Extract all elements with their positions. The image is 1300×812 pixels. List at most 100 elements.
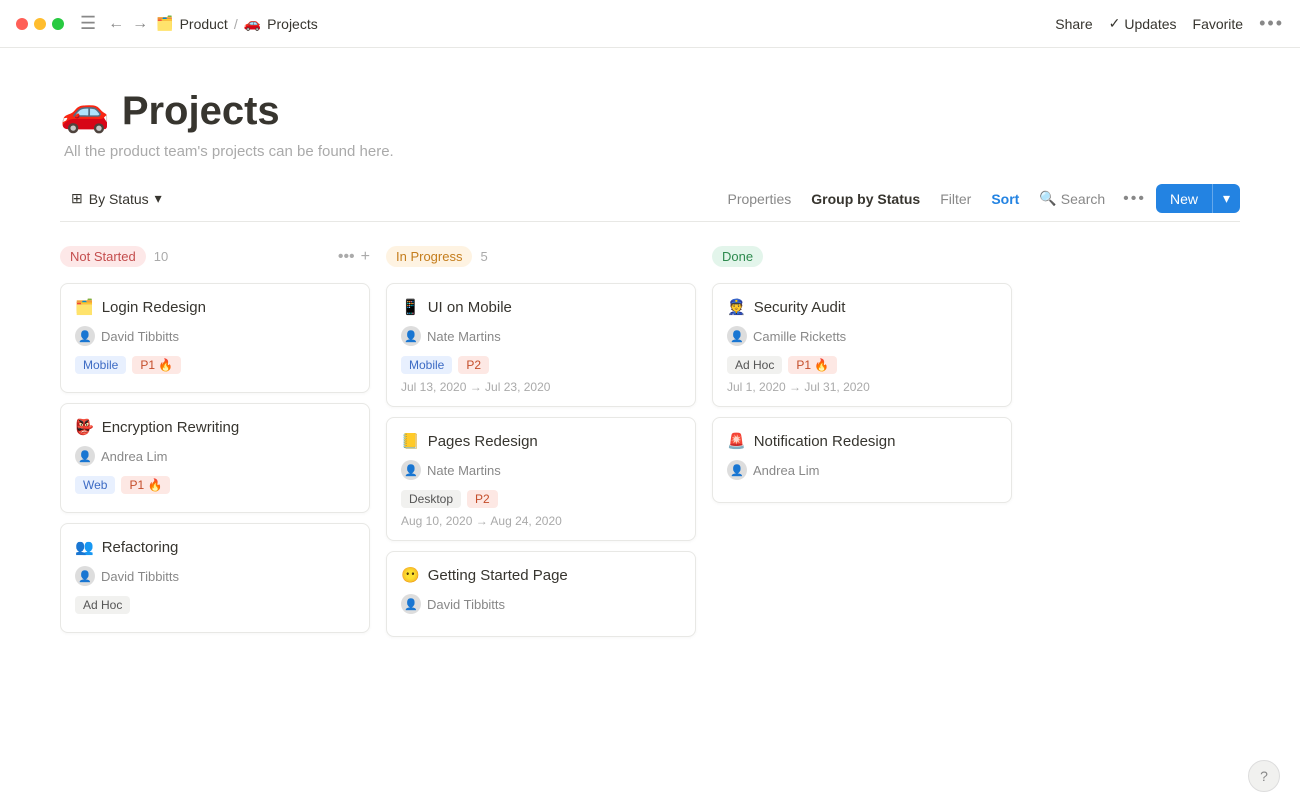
card-emoji: 👺	[75, 418, 94, 436]
card-assignee: 👤 David Tibbitts	[75, 566, 355, 586]
column-more-icon[interactable]: •••	[338, 248, 355, 266]
card-security-audit[interactable]: 👮 Security Audit 👤 Camille Ricketts Ad H…	[712, 283, 1012, 407]
card-assignee: 👤 Andrea Lim	[75, 446, 355, 466]
column-header-done: Done	[712, 242, 1012, 271]
column-count-in-progress: 5	[480, 249, 487, 264]
page-subtitle: All the product team's projects can be f…	[64, 143, 1240, 160]
tag-p1: P1 🔥	[132, 356, 181, 374]
tag-p2: P2	[467, 490, 498, 508]
tag-adhoc: Ad Hoc	[75, 596, 130, 614]
toolbar-more-icon[interactable]: •••	[1117, 186, 1152, 212]
more-options-icon[interactable]: •••	[1259, 13, 1284, 34]
card-assignee: 👤 David Tibbitts	[75, 326, 355, 346]
avatar: 👤	[75, 326, 95, 346]
card-title: 👥 Refactoring	[75, 538, 355, 556]
minimize-button[interactable]	[34, 18, 46, 30]
group-by-button[interactable]: Group by Status	[803, 187, 928, 211]
column-add-icon[interactable]: +	[361, 248, 370, 266]
filter-button[interactable]: Filter	[932, 187, 979, 211]
titlebar: ☰ ← → 🗂️ Product / 🚗 Projects Share ✓ Up…	[0, 0, 1300, 48]
column-in-progress: In Progress 5 📱 UI on Mobile 👤 Nate Mart…	[386, 242, 696, 647]
card-title: 🗂️ Login Redesign	[75, 298, 355, 316]
card-ui-mobile[interactable]: 📱 UI on Mobile 👤 Nate Martins Mobile P2 …	[386, 283, 696, 407]
card-date: Jul 1, 2020 → Jul 31, 2020	[727, 380, 997, 394]
card-assignee: 👤 Andrea Lim	[727, 460, 997, 480]
tag-p2: P2	[458, 356, 489, 374]
by-status-button[interactable]: ⊞ By Status ▾	[60, 185, 173, 212]
card-emoji: 📒	[401, 432, 420, 450]
traffic-lights	[16, 18, 64, 30]
favorite-button[interactable]: Favorite	[1193, 16, 1244, 32]
share-button[interactable]: Share	[1055, 16, 1092, 32]
close-button[interactable]	[16, 18, 28, 30]
tag-p1: P1 🔥	[121, 476, 170, 494]
maximize-button[interactable]	[52, 18, 64, 30]
avatar: 👤	[727, 460, 747, 480]
column-label-done: Done	[712, 246, 763, 267]
card-assignee: 👤 Nate Martins	[401, 326, 681, 346]
properties-button[interactable]: Properties	[719, 187, 799, 211]
titlebar-left: ☰ ← → 🗂️ Product / 🚗 Projects	[16, 13, 318, 34]
avatar: 👤	[727, 326, 747, 346]
card-title: 📱 UI on Mobile	[401, 298, 681, 316]
card-emoji: 😶	[401, 566, 420, 584]
sidebar-toggle-icon[interactable]: ☰	[80, 13, 96, 34]
avatar: 👤	[401, 460, 421, 480]
breadcrumb: 🗂️ Product / 🚗 Projects	[156, 15, 318, 32]
new-button-chevron[interactable]: ▾	[1212, 184, 1240, 213]
card-encryption[interactable]: 👺 Encryption Rewriting 👤 Andrea Lim Web …	[60, 403, 370, 513]
card-title: 👺 Encryption Rewriting	[75, 418, 355, 436]
breadcrumb-separator: /	[234, 16, 238, 32]
avatar: 👤	[401, 326, 421, 346]
page-header: 🚗 Projects All the product team's projec…	[60, 88, 1240, 160]
card-assignee: 👤 Camille Ricketts	[727, 326, 997, 346]
card-date: Jul 13, 2020 → Jul 23, 2020	[401, 380, 681, 394]
column-done: Done 👮 Security Audit 👤 Camille Ricketts…	[712, 242, 1012, 647]
card-tags: Ad Hoc P1 🔥	[727, 356, 997, 374]
forward-arrow-icon[interactable]: →	[132, 15, 148, 33]
toolbar-right: Properties Group by Status Filter Sort 🔍…	[719, 184, 1240, 213]
card-refactoring[interactable]: 👥 Refactoring 👤 David Tibbitts Ad Hoc	[60, 523, 370, 633]
new-button-label[interactable]: New	[1156, 185, 1212, 213]
new-button[interactable]: New ▾ Templates for Projects ? ⠿ 📄	[1156, 184, 1240, 213]
card-assignee: 👤 David Tibbitts	[401, 594, 681, 614]
board: Not Started 10 ••• + 🗂️ Login Redesign 👤…	[60, 242, 1240, 647]
breadcrumb-item2[interactable]: Projects	[267, 16, 318, 32]
search-button[interactable]: 🔍 Search	[1031, 186, 1113, 211]
column-not-started: Not Started 10 ••• + 🗂️ Login Redesign 👤…	[60, 242, 370, 647]
card-login-redesign[interactable]: 🗂️ Login Redesign 👤 David Tibbitts Mobil…	[60, 283, 370, 393]
card-getting-started[interactable]: 😶 Getting Started Page 👤 David Tibbitts	[386, 551, 696, 637]
page-content: 🚗 Projects All the product team's projec…	[0, 48, 1300, 667]
tag-adhoc: Ad Hoc	[727, 356, 782, 374]
breadcrumb-item1[interactable]: Product	[180, 16, 228, 32]
card-assignee: 👤 Nate Martins	[401, 460, 681, 480]
tag-mobile: Mobile	[75, 356, 126, 374]
card-date: Aug 10, 2020 → Aug 24, 2020	[401, 514, 681, 528]
card-emoji: 👮	[727, 298, 746, 316]
card-emoji: 📱	[401, 298, 420, 316]
updates-button[interactable]: ✓ Updates	[1109, 15, 1177, 32]
card-title: 🚨 Notification Redesign	[727, 432, 997, 450]
avatar: 👤	[401, 594, 421, 614]
breadcrumb-icon1: 🗂️	[156, 15, 173, 32]
avatar: 👤	[75, 566, 95, 586]
card-emoji: 👥	[75, 538, 94, 556]
card-pages-redesign[interactable]: 📒 Pages Redesign 👤 Nate Martins Desktop …	[386, 417, 696, 541]
page-emoji: 🚗	[60, 88, 110, 135]
column-actions-not-started: ••• +	[338, 248, 370, 266]
tag-mobile: Mobile	[401, 356, 452, 374]
card-tags: Mobile P2	[401, 356, 681, 374]
back-arrow-icon[interactable]: ←	[108, 15, 124, 33]
card-title: 👮 Security Audit	[727, 298, 997, 316]
chevron-down-icon: ▾	[155, 190, 162, 207]
card-tags: Ad Hoc	[75, 596, 355, 614]
card-title: 😶 Getting Started Page	[401, 566, 681, 584]
card-title: 📒 Pages Redesign	[401, 432, 681, 450]
help-button[interactable]: ?	[1248, 760, 1280, 792]
card-notification-redesign[interactable]: 🚨 Notification Redesign 👤 Andrea Lim	[712, 417, 1012, 503]
sort-button[interactable]: Sort	[983, 187, 1027, 211]
page-title: 🚗 Projects	[60, 88, 1240, 135]
card-emoji: 🗂️	[75, 298, 94, 316]
tag-p1: P1 🔥	[788, 356, 837, 374]
card-tags: Mobile P1 🔥	[75, 356, 355, 374]
